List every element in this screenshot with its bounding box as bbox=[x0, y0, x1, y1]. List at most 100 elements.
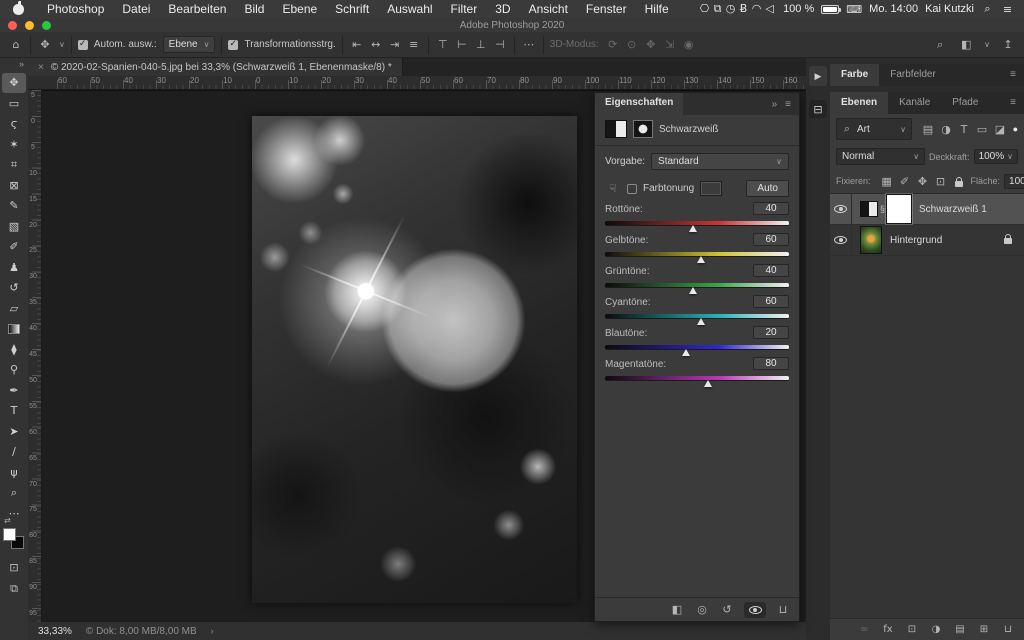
filter-pixel-layers-icon[interactable]: ▤ bbox=[920, 121, 936, 137]
lock-all-icon[interactable] bbox=[951, 173, 967, 189]
tab-kanaele[interactable]: Kanäle bbox=[888, 92, 941, 114]
slider-value-field[interactable]: 40 bbox=[753, 202, 789, 215]
move-tool[interactable]: ✥ bbox=[2, 73, 26, 93]
tool-preset-chevron-icon[interactable]: ∨ bbox=[59, 40, 65, 49]
brush-tool[interactable]: ✐ bbox=[2, 237, 26, 257]
spotlight-search-icon[interactable]: ⌕ bbox=[981, 1, 994, 17]
clip-to-layer-icon[interactable]: ◧ bbox=[669, 602, 685, 618]
menu-photoshop[interactable]: Photoshop bbox=[38, 2, 113, 16]
collapse-panel-icon[interactable]: » bbox=[772, 99, 778, 110]
auto-select-checkbox[interactable] bbox=[78, 40, 88, 50]
screen-mode-icon[interactable]: ⧉ bbox=[6, 581, 22, 597]
lock-artboard-icon[interactable]: ⊡ bbox=[933, 173, 949, 189]
transform-controls-checkbox[interactable] bbox=[228, 40, 238, 50]
slider-value-field[interactable]: 80 bbox=[753, 357, 789, 370]
toggle-previous-state-icon[interactable]: ◎ bbox=[694, 602, 710, 618]
delete-layer-icon[interactable]: ⊔ bbox=[1000, 622, 1016, 638]
visibility-eye-icon[interactable] bbox=[744, 602, 766, 618]
panel-menu-icon[interactable]: ≡ bbox=[1002, 92, 1024, 114]
menu-datei[interactable]: Datei bbox=[113, 2, 159, 16]
slider-thumb[interactable] bbox=[682, 349, 690, 356]
auto-button[interactable]: Auto bbox=[746, 180, 789, 197]
pen-tool[interactable]: ✒ bbox=[2, 380, 26, 400]
clone-stamp-tool[interactable]: ♟ bbox=[2, 257, 26, 277]
search-icon[interactable]: ⌕ bbox=[932, 37, 948, 53]
more-align-options-icon[interactable]: ⋯ bbox=[521, 37, 537, 53]
move-tool-icon[interactable]: ✥ bbox=[37, 37, 53, 53]
volume-icon[interactable]: ◁ bbox=[763, 1, 776, 17]
layer-filter-dropdown[interactable]: ⌕ Art ∨ bbox=[836, 118, 912, 140]
layer-style-icon[interactable]: fx bbox=[880, 622, 896, 638]
align-bottom-icon[interactable]: ⊥ bbox=[473, 37, 489, 53]
document-canvas-image[interactable] bbox=[252, 116, 577, 603]
slider-thumb[interactable] bbox=[704, 380, 712, 387]
targeted-adjustment-icon[interactable]: ☟ bbox=[605, 181, 621, 197]
close-tab-icon[interactable]: × bbox=[38, 62, 44, 73]
notification-center-icon[interactable]: ≡ bbox=[1001, 1, 1014, 17]
menu-auswahl[interactable]: Auswahl bbox=[378, 2, 441, 16]
menu-ebene[interactable]: Ebene bbox=[273, 2, 326, 16]
align-middle-icon[interactable]: ⊢ bbox=[454, 37, 470, 53]
frame-tool[interactable]: ⊠ bbox=[2, 175, 26, 195]
align-right-icon[interactable]: ⇥ bbox=[387, 37, 403, 53]
quick-mask-icon[interactable]: ⊡ bbox=[6, 560, 22, 576]
zoom-level-field[interactable]: 33,33% bbox=[38, 626, 72, 637]
layer-name[interactable]: Schwarzweiß 1 bbox=[919, 204, 987, 215]
v-ruler[interactable]: 505101520253035404550556065707580859095 bbox=[28, 90, 42, 622]
menu-filter[interactable]: Filter bbox=[442, 2, 487, 16]
align-options-icon[interactable]: ≡ bbox=[406, 37, 422, 53]
h-ruler[interactable]: 6050403020100102030405060708090100110120… bbox=[28, 76, 806, 90]
slider-track[interactable] bbox=[605, 376, 789, 381]
slider-value-field[interactable]: 20 bbox=[753, 326, 789, 339]
align-center-horizontal-icon[interactable]: ↔ bbox=[368, 37, 384, 53]
slider-value-field[interactable]: 40 bbox=[753, 264, 789, 277]
tint-color-swatch[interactable] bbox=[700, 181, 722, 196]
input-source-icon[interactable]: ⌨ bbox=[846, 1, 862, 17]
panel-menu-icon[interactable]: ≡ bbox=[1002, 64, 1024, 86]
add-layer-mask-icon[interactable]: ⊡ bbox=[904, 622, 920, 638]
filter-adjustment-layers-icon[interactable]: ◑ bbox=[938, 121, 954, 137]
new-layer-icon[interactable]: ⊞ bbox=[976, 622, 992, 638]
mask-properties-icon[interactable] bbox=[633, 120, 653, 138]
layer-visibility-icon[interactable] bbox=[830, 225, 852, 255]
layer-mask-thumbnail[interactable] bbox=[887, 195, 911, 223]
lasso-tool[interactable]: ϛ bbox=[2, 114, 26, 134]
layer-thumbnail[interactable] bbox=[860, 226, 882, 254]
slider-thumb[interactable] bbox=[689, 287, 697, 294]
link-layers-icon[interactable]: ∞ bbox=[856, 622, 872, 638]
apple-menu-icon[interactable] bbox=[13, 4, 24, 15]
healing-brush-tool[interactable]: ▧ bbox=[2, 216, 26, 236]
battery-icon[interactable] bbox=[821, 5, 839, 14]
expand-panels-icon[interactable]: ▶ bbox=[809, 66, 827, 86]
color-swatches[interactable]: ⇄ bbox=[3, 528, 25, 552]
opacity-field[interactable]: 100% ∨ bbox=[974, 149, 1018, 164]
menu-bearbeiten[interactable]: Bearbeiten bbox=[159, 2, 235, 16]
tab-ebenen[interactable]: Ebenen bbox=[830, 92, 888, 114]
tint-checkbox[interactable] bbox=[627, 184, 637, 194]
path-selection-tool[interactable]: ➤ bbox=[2, 421, 26, 441]
eraser-tool[interactable]: ▱ bbox=[2, 298, 26, 318]
adjustment-layer-thumbnail[interactable] bbox=[860, 201, 878, 217]
properties-panel-dock-icon[interactable]: ⊟ bbox=[809, 100, 827, 118]
bluetooth-icon[interactable]: Ƀ bbox=[737, 1, 750, 17]
blur-tool[interactable]: ⧫ bbox=[2, 339, 26, 359]
filter-toggle-icon[interactable]: ● bbox=[1013, 124, 1018, 134]
slider-thumb[interactable] bbox=[689, 225, 697, 232]
zoom-tool[interactable]: ⌕ bbox=[2, 483, 26, 503]
status-options-chevron-icon[interactable]: › bbox=[211, 626, 214, 636]
menu-hilfe[interactable]: Hilfe bbox=[636, 2, 678, 16]
align-left-icon[interactable]: ⇤ bbox=[349, 37, 365, 53]
eyedropper-tool[interactable]: ✎ bbox=[2, 196, 26, 216]
home-icon[interactable]: ⌂ bbox=[8, 37, 24, 53]
distribute-spacing-icon[interactable]: ⊣ bbox=[492, 37, 508, 53]
window-title-bar[interactable]: Adobe Photoshop 2020 bbox=[0, 18, 1024, 32]
menu-schrift[interactable]: Schrift bbox=[326, 2, 378, 16]
history-brush-tool[interactable]: ↺ bbox=[2, 278, 26, 298]
tab-farbe[interactable]: Farbe bbox=[830, 64, 879, 86]
workspace-switcher-icon[interactable]: ◧ bbox=[958, 37, 974, 53]
filter-type-layers-icon[interactable]: T bbox=[956, 121, 972, 137]
gradient-tool[interactable] bbox=[2, 319, 26, 339]
crop-tool[interactable]: ⌗ bbox=[2, 155, 26, 175]
hand-tool[interactable]: ψ bbox=[2, 462, 26, 482]
filter-smart-objects-icon[interactable]: ◪ bbox=[992, 121, 1008, 137]
